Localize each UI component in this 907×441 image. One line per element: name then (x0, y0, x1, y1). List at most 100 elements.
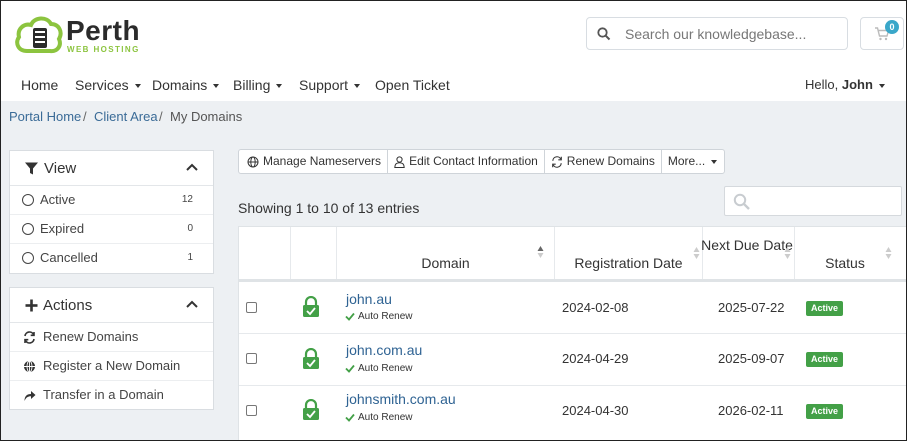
caret-down-icon (878, 83, 885, 88)
breadcrumb-separator: / (83, 109, 87, 124)
user-menu[interactable]: Hello, John (805, 77, 885, 92)
next-due-date: 2025-09-07 (718, 351, 785, 366)
check-icon (345, 312, 355, 321)
domain-name-link[interactable]: johnsmith.com.au (346, 391, 456, 407)
filter-cancelled[interactable]: Cancelled 1 (10, 244, 213, 273)
renew-icon (24, 331, 35, 344)
main-nav: Home Services Domains Billing Support Op… (1, 71, 906, 101)
radio-button[interactable] (22, 223, 34, 235)
actions-panel-header[interactable]: Actions (10, 288, 213, 323)
nav-services-label: Services (75, 77, 129, 93)
breadcrumb-portal-home[interactable]: Portal Home (9, 109, 81, 124)
status-badge: Active (806, 301, 843, 316)
nav-services[interactable]: Services (75, 77, 141, 93)
nav-billing[interactable]: Billing (233, 77, 283, 93)
nav-support[interactable]: Support (299, 77, 361, 93)
breadcrumb: Portal Home / Client Area / My Domains (1, 101, 906, 131)
table-header: Domain Registration Date Next Due Date S… (239, 227, 906, 282)
cart-button[interactable]: 0 (860, 17, 904, 50)
radio-button[interactable] (22, 194, 34, 206)
renew-domains-button[interactable]: Renew Domains (545, 150, 662, 173)
view-panel-title: View (44, 160, 77, 177)
header-next-due-date[interactable]: Next Due Date (701, 227, 795, 279)
check-icon (345, 364, 355, 373)
status-badge: Active (806, 352, 843, 367)
cart-count-badge: 0 (885, 20, 899, 34)
header-label: Next Due Date (701, 237, 793, 253)
user-name: John (841, 77, 873, 92)
nav-open-ticket-label: Open Ticket (375, 77, 450, 93)
action-label: Register a New Domain (43, 358, 181, 373)
breadcrumb-client-area[interactable]: Client Area (94, 109, 158, 124)
header-label: Registration Date (574, 255, 683, 271)
filter-funnel-icon (25, 162, 38, 175)
status-badge: Active (806, 404, 843, 419)
chevron-up-icon[interactable] (186, 163, 198, 171)
registration-date: 2024-02-08 (562, 300, 629, 315)
auto-renew-label: Auto Renew (358, 412, 413, 423)
header-label: Domain (421, 255, 470, 271)
auto-renew-status: Auto Renew (345, 412, 412, 423)
chevron-up-icon[interactable] (186, 300, 198, 308)
row-checkbox[interactable] (246, 302, 257, 313)
domains-table: Domain Registration Date Next Due Date S… (238, 226, 906, 440)
button-label: Edit Contact Information (409, 154, 538, 168)
filter-active[interactable]: Active 12 (10, 186, 213, 215)
filter-label: Expired (40, 221, 85, 236)
brand-logo[interactable]: Perth WEB HOSTING (14, 13, 144, 57)
nav-home[interactable]: Home (21, 77, 58, 93)
domain-name-link[interactable]: john.com.au (346, 342, 422, 358)
row-checkbox[interactable] (246, 405, 257, 416)
manage-nameservers-button[interactable]: Manage Nameservers (239, 150, 389, 173)
more-actions-dropdown[interactable]: More... (662, 150, 724, 173)
nav-home-label: Home (21, 77, 59, 93)
cloud-server-logo-icon (15, 16, 63, 54)
edit-contact-button[interactable]: Edit Contact Information (388, 150, 545, 173)
filter-count: 1 (187, 252, 193, 263)
view-filter-panel: View Active 12 Expired 0 Cancelled 1 (9, 150, 214, 274)
view-panel-header[interactable]: View (10, 151, 213, 186)
bulk-actions-toolbar: Manage Nameservers Edit Contact Informat… (238, 149, 726, 174)
globe-icon (247, 156, 259, 167)
breadcrumb-separator: / (159, 109, 163, 124)
nav-open-ticket[interactable]: Open Ticket (375, 77, 450, 93)
domain-name-link[interactable]: john.au (346, 291, 392, 307)
filter-expired[interactable]: Expired 0 (10, 215, 213, 244)
nav-domains[interactable]: Domains (152, 77, 220, 93)
radio-button[interactable] (22, 252, 34, 264)
search-input[interactable] (625, 24, 840, 44)
row-checkbox[interactable] (246, 353, 257, 364)
auto-renew-label: Auto Renew (358, 363, 413, 374)
table-row[interactable]: johnsmith.com.au Auto Renew 2024-04-30 2… (239, 386, 906, 438)
header-registration-date[interactable]: Registration Date (555, 227, 703, 279)
hello-prefix: Hello, (805, 77, 839, 92)
action-label: Transfer in a Domain (43, 387, 164, 402)
registration-date: 2024-04-30 (562, 403, 629, 418)
knowledgebase-search[interactable] (586, 17, 848, 50)
registration-date: 2024-04-29 (562, 351, 629, 366)
action-renew-domains[interactable]: Renew Domains (10, 323, 213, 352)
filter-count: 0 (187, 223, 193, 234)
table-filter-input[interactable] (724, 186, 902, 216)
action-register-domain[interactable]: Register a New Domain (10, 352, 213, 381)
nav-support-label: Support (299, 77, 349, 93)
sort-icon (885, 247, 892, 259)
header-status[interactable]: Status (795, 227, 906, 279)
table-row[interactable]: john.com.au Auto Renew 2024-04-29 2025-0… (239, 334, 906, 386)
check-icon (345, 413, 355, 422)
brand-name: Perth (66, 15, 141, 46)
app-window: Perth WEB HOSTING 0 Home Services Domain… (0, 0, 907, 441)
breadcrumb-current: My Domains (170, 109, 243, 124)
ssl-lock-icon (303, 296, 319, 317)
header-domain[interactable]: Domain (337, 227, 555, 279)
action-transfer-domain[interactable]: Transfer in a Domain (10, 381, 213, 410)
auto-renew-status: Auto Renew (345, 363, 412, 374)
caret-down-icon (213, 84, 220, 89)
nav-domains-label: Domains (152, 77, 208, 93)
auto-renew-status: Auto Renew (345, 311, 412, 322)
table-row[interactable]: john.au Auto Renew 2024-02-08 2025-07-22… (239, 282, 906, 334)
search-icon (733, 193, 750, 210)
user-icon (394, 155, 405, 168)
sort-icon (693, 247, 700, 259)
button-label: More... (667, 154, 706, 168)
